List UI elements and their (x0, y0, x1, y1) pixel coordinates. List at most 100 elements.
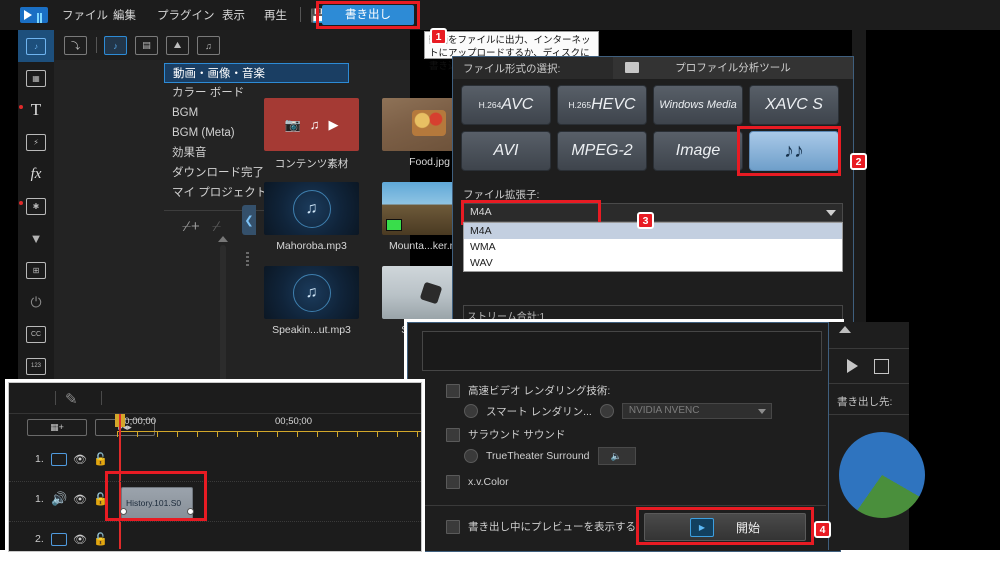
media-library-panel: ⤵ ♪ ▤ ⛰ ♫ 動画・画像・音楽 カラー ボード BGM BGM (Meta… (54, 30, 477, 405)
track-number: 2. (35, 533, 44, 545)
extension-option-wma[interactable]: WMA (464, 239, 842, 255)
truetheater-radio[interactable] (464, 449, 478, 463)
list-item[interactable]: 📷 ♫ ▶ コンテンツ素材 (264, 98, 359, 171)
room-rail: ♪ ▦ T ⚡ fx ✱ ▼ ⊞ ⏻ CC 123 (18, 30, 76, 385)
format-button-avc[interactable]: H.264 AVC (461, 85, 551, 125)
chapter-room-icon: 123 (26, 357, 46, 375)
format-button-mpeg2[interactable]: MPEG-2 (557, 131, 647, 171)
sidebar-item-chapter-room[interactable]: 123 (18, 350, 54, 382)
format-button-windows-media[interactable]: Windows Media (653, 85, 743, 125)
list-item[interactable]: ♫ Mahoroba.mp3 (264, 182, 359, 252)
insert-track-button[interactable]: ▦+ (27, 419, 87, 436)
timeline-divider (101, 391, 102, 405)
chevron-down-icon[interactable] (757, 409, 766, 414)
fast-render-row[interactable]: 高速ビデオ レンダリング技術: (446, 383, 610, 398)
extension-option-wav[interactable]: WAV (464, 255, 842, 271)
particle-room-icon: ✱ (26, 197, 46, 215)
menu-plugin[interactable]: プラグイン (157, 7, 215, 23)
media-filter-audio-button[interactable]: ♫ (197, 36, 220, 55)
format-button-hevc[interactable]: H.265 HEVC (557, 85, 647, 125)
eye-icon[interactable]: 👁 (73, 453, 87, 466)
collapse-panel-button[interactable]: ❮ (242, 205, 256, 235)
menu-edit[interactable]: 編集 (113, 7, 136, 23)
sidebar-item-particle-room[interactable]: ✱ (18, 190, 54, 222)
screenshot-root: ファイル 編集 プラグイン 表示 再生 💾 ← → 書き出し 動画をファイルに出… (0, 0, 1000, 552)
add-marker-icon[interactable]: ⌿+ (182, 218, 200, 235)
surround-checkbox[interactable] (446, 427, 460, 442)
timeline-divider (55, 391, 56, 405)
settings-separator (422, 505, 826, 506)
music-note-icon: ♫ (309, 117, 320, 132)
menu-view[interactable]: 表示 (222, 7, 245, 23)
format-button-avi[interactable]: AVI (461, 131, 551, 171)
sidebar-item-transition-room[interactable]: ▦ (18, 62, 54, 94)
fx-room-icon: fx (30, 165, 42, 182)
panel-resize-grip[interactable] (246, 252, 249, 266)
library-scrollbar[interactable] (220, 245, 226, 405)
media-filter-image-button[interactable]: ⛰ (166, 36, 189, 55)
smart-render-radio[interactable] (464, 404, 478, 418)
highlight-start-button (636, 507, 814, 545)
table-row[interactable]: 1. 🔊 👁 🔓 History.101.S0 (9, 481, 421, 522)
category-item-media[interactable]: 動画・画像・音楽 (164, 63, 349, 83)
timeline-ruler[interactable]: 00;00;00 00;50;00 (117, 416, 421, 438)
media-filter-all-button[interactable]: ♪ (104, 36, 127, 55)
preview-separator (829, 414, 909, 415)
lock-icon[interactable]: 🔓 (93, 452, 108, 466)
surround-row[interactable]: サラウンド サウンド (446, 427, 565, 442)
list-item[interactable]: ♫ Speakin...ut.mp3 (264, 266, 359, 336)
stop-icon[interactable] (874, 358, 889, 374)
smart-render-row[interactable]: スマート レンダリン... NVIDIA NVENC (464, 403, 772, 419)
sidebar-item-title-room[interactable]: T (18, 94, 54, 126)
play-icon[interactable] (847, 359, 858, 373)
effect-room-icon: ⚡ (26, 133, 46, 151)
lock-icon[interactable]: 🔓 (93, 532, 108, 546)
pencil-icon[interactable]: ✎ (65, 390, 78, 408)
sidebar-item-voiceover-room[interactable]: ⏻ (18, 286, 54, 318)
sidebar-item-effect-room[interactable]: ⚡ (18, 126, 54, 158)
eye-icon[interactable]: 👁 (73, 493, 87, 506)
file-extension-dropdown-list: M4A WMA WAV (463, 222, 843, 272)
hardware-encode-radio[interactable] (599, 404, 614, 418)
collapse-handle-icon[interactable] (839, 326, 851, 333)
track-number: 1. (35, 493, 44, 505)
marker-icon[interactable]: ⌿ (212, 218, 221, 235)
library-scroll-up-arrow[interactable] (218, 236, 228, 242)
sidebar-item-subtitle-room[interactable]: CC (18, 318, 54, 350)
profile-analysis-tab[interactable]: プロファイル分析ツール (613, 57, 853, 79)
microphone-icon: ⏻ (30, 293, 42, 310)
export-tooltip: 動画をファイルに出力、インターネットにアップロードするか、ディスクに書き込む (424, 31, 599, 72)
menu-bar: ファイル 編集 プラグイン 表示 再生 💾 ← → 書き出し (0, 0, 1000, 30)
xvcolor-checkbox[interactable] (446, 475, 460, 489)
menu-play[interactable]: 再生 (264, 7, 287, 23)
truetheater-row[interactable]: TrueTheater Surround 🔈 (464, 447, 636, 465)
media-filter-video-button[interactable]: ▤ (135, 36, 158, 55)
sidebar-item-magic-room[interactable]: ▼ (18, 222, 54, 254)
sidebar-item-overlay-room[interactable]: ⊞ (18, 254, 54, 286)
gpu-encoder-combobox[interactable]: NVIDIA NVENC (621, 403, 772, 419)
xvcolor-row[interactable]: x.v.Color (446, 475, 509, 489)
import-media-button[interactable]: ⤵ (64, 36, 87, 55)
table-row[interactable]: 2. 👁 🔓 (9, 521, 421, 561)
highlight-timeline-clip (105, 471, 207, 521)
sidebar-item-fx-room[interactable]: fx (18, 158, 54, 190)
stream-total-label: ストリーム合計:1 (467, 312, 546, 323)
show-preview-label: 書き出し中にプレビューを表示する (468, 521, 636, 533)
eye-icon[interactable]: 👁 (73, 533, 87, 546)
format-button-image[interactable]: Image (653, 131, 743, 171)
sidebar-item-media-room[interactable]: ♪ (18, 30, 76, 62)
list-item-label: Speakin...ut.mp3 (272, 324, 351, 336)
speaker-icon[interactable]: 🔈 (597, 447, 636, 465)
show-preview-checkbox[interactable] (446, 519, 460, 534)
closed-caption-icon: CC (26, 325, 46, 343)
film-icon (51, 453, 67, 466)
show-preview-row[interactable]: 書き出し中にプレビューを表示する (446, 519, 636, 534)
step-badge-1: 1 (430, 28, 447, 45)
menu-file[interactable]: ファイル (62, 7, 108, 23)
toolbar-divider (96, 37, 97, 53)
chevron-down-icon[interactable] (826, 210, 836, 216)
table-row[interactable]: 1. 👁 🔓 (9, 441, 421, 482)
app-logo-icon (20, 7, 48, 23)
fast-render-checkbox[interactable] (446, 383, 460, 398)
format-button-xavcs[interactable]: XAVC S (749, 85, 839, 125)
